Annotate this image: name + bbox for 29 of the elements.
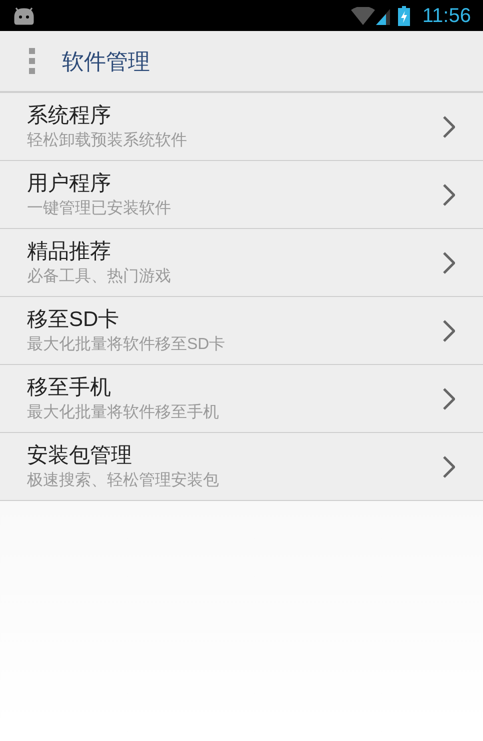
item-subtitle: 必备工具、热门游戏 — [27, 266, 172, 286]
item-title: 安装包管理 — [27, 442, 133, 468]
menu-item[interactable]: 精品推荐 必备工具、热门游戏 — [0, 229, 483, 297]
item-title: 移至SD卡 — [27, 306, 120, 332]
item-title: 精品推荐 — [27, 238, 112, 264]
chevron-right-icon — [443, 252, 455, 274]
item-title: 系统程序 — [27, 102, 112, 128]
signal-icon — [376, 6, 390, 24]
chevron-right-icon — [443, 320, 455, 342]
item-subtitle: 极速搜索、轻松管理安装包 — [27, 470, 220, 490]
chevron-right-icon — [443, 116, 455, 138]
menu-item[interactable]: 安装包管理 极速搜索、轻松管理安装包 — [0, 433, 483, 501]
chevron-right-icon — [443, 456, 455, 478]
item-subtitle: 最大化批量将软件移至手机 — [27, 402, 220, 422]
clock: 11:56 — [422, 4, 471, 28]
android-icon — [12, 6, 36, 24]
item-subtitle: 轻松卸载预装系统软件 — [27, 130, 188, 150]
menu-item[interactable]: 移至手机 最大化批量将软件移至手机 — [0, 365, 483, 433]
item-subtitle: 一键管理已安装软件 — [27, 198, 172, 218]
chevron-right-icon — [443, 388, 455, 410]
item-title: 用户程序 — [27, 170, 112, 196]
chevron-right-icon — [443, 184, 455, 206]
menu-item[interactable]: 移至SD卡 最大化批量将软件移至SD卡 — [0, 297, 483, 365]
wifi-icon — [351, 6, 376, 24]
overflow-menu-icon[interactable] — [29, 48, 35, 74]
item-title: 移至手机 — [27, 374, 112, 400]
screen-title: 软件管理 — [62, 48, 150, 76]
battery-icon — [398, 6, 410, 26]
item-subtitle: 最大化批量将软件移至SD卡 — [27, 334, 226, 354]
